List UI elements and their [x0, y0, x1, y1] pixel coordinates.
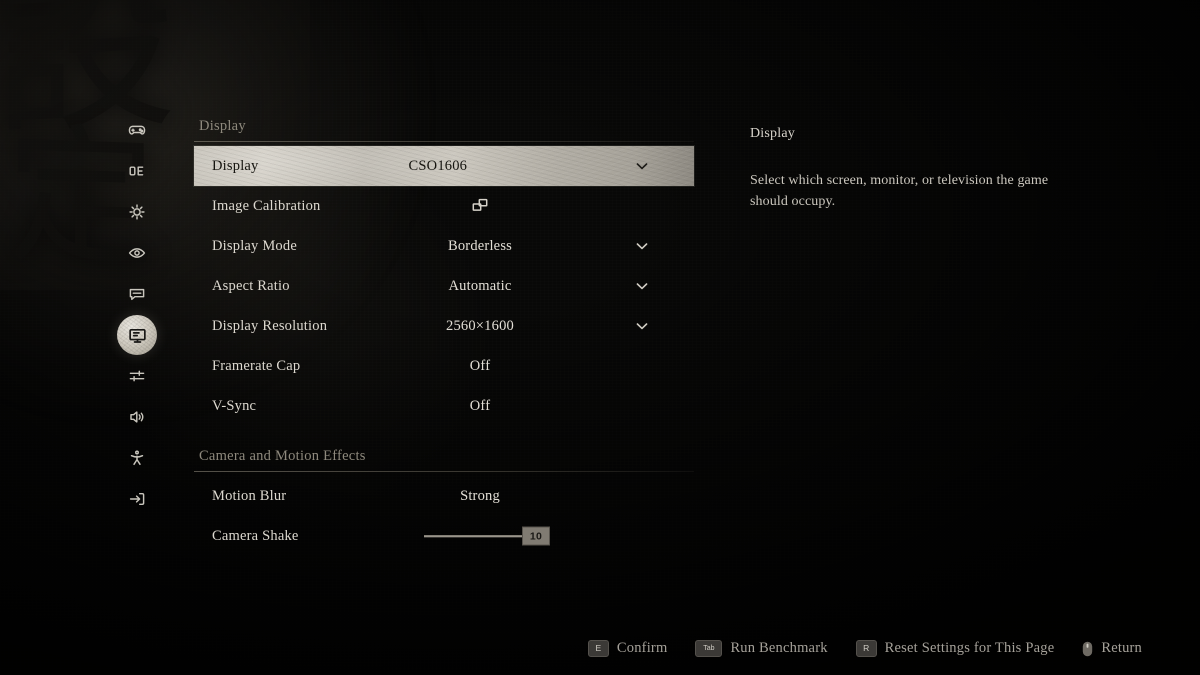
chevron-down-icon[interactable] — [634, 278, 650, 294]
setting-value: CSO1606 — [408, 157, 468, 174]
settings-list: Display Display CSO1606 Image Calibratio… — [194, 118, 694, 556]
prompt-reset-settings[interactable]: R Reset Settings for This Page — [855, 640, 1055, 657]
description-panel: Display Select which screen, monitor, or… — [750, 126, 1050, 213]
setting-row-display[interactable]: Display CSO1606 — [194, 146, 694, 186]
setting-row-display-resolution[interactable]: Display Resolution 2560×1600 — [194, 306, 694, 346]
section-title: Camera and Motion Effects — [199, 448, 366, 464]
slider-fill — [424, 535, 536, 537]
key-badge-r: R — [855, 640, 877, 657]
setting-label: Framerate Cap — [212, 357, 301, 374]
speaker-icon — [127, 407, 147, 427]
exit-arrow-icon — [127, 489, 147, 509]
gear-icon — [127, 202, 147, 222]
keyboard-keys-icon — [127, 161, 147, 181]
key-badge-e: E — [587, 640, 609, 657]
setting-row-image-calibration[interactable]: Image Calibration — [194, 186, 694, 226]
setting-label: Display Mode — [212, 237, 297, 254]
section-divider — [194, 141, 694, 142]
setting-row-framerate-cap[interactable]: Framerate Cap Off — [194, 346, 694, 386]
eye-icon — [127, 243, 147, 263]
setting-label: Display — [212, 157, 259, 174]
accessibility-icon — [127, 448, 147, 468]
setting-row-v-sync[interactable]: V-Sync Off — [194, 386, 694, 426]
setting-label: Display Resolution — [212, 317, 328, 334]
settings-category-rail — [113, 110, 161, 519]
sliders-icon — [127, 366, 147, 386]
slider-value-knob[interactable]: 10 — [522, 526, 550, 546]
description-title: Display — [750, 126, 795, 141]
section-title: Display — [199, 118, 246, 134]
section-header-display: Display — [194, 118, 694, 142]
sidebar-item-adjustments[interactable] — [117, 356, 157, 396]
sidebar-item-visuals[interactable] — [117, 233, 157, 273]
setting-label: Aspect Ratio — [212, 277, 290, 294]
sidebar-item-graphics[interactable] — [117, 192, 157, 232]
monitor-icon — [127, 325, 148, 346]
key-badge-tab: Tab — [695, 640, 723, 657]
mouse-icon — [1082, 641, 1093, 657]
prompt-confirm[interactable]: E Confirm — [587, 640, 668, 657]
setting-label: Image Calibration — [212, 197, 321, 214]
prompt-run-benchmark[interactable]: Tab Run Benchmark — [695, 640, 827, 657]
chevron-down-icon[interactable] — [634, 318, 650, 334]
gamepad-icon — [127, 120, 147, 140]
section-divider — [194, 471, 694, 472]
chevron-down-icon[interactable] — [634, 238, 650, 254]
section-header-camera-and-motion-effects: Camera and Motion Effects — [194, 448, 694, 472]
slider-track — [424, 535, 536, 537]
chevron-down-icon[interactable] — [634, 158, 650, 174]
sidebar-item-language[interactable] — [117, 274, 157, 314]
sidebar-item-gameplay[interactable] — [117, 110, 157, 150]
setting-row-display-mode[interactable]: Display Mode Borderless — [194, 226, 694, 266]
sidebar-item-controls[interactable] — [117, 151, 157, 191]
prompt-return[interactable]: Return — [1082, 640, 1142, 657]
setting-label: Motion Blur — [212, 487, 287, 504]
description-body: Select which screen, monitor, or televis… — [750, 173, 1049, 210]
speech-bubble-icon — [127, 284, 147, 304]
prompt-label: Return — [1101, 640, 1142, 656]
prompt-label: Reset Settings for This Page — [884, 640, 1055, 656]
setting-row-motion-blur[interactable]: Motion Blur Strong — [194, 476, 694, 516]
setting-value: Off — [469, 397, 491, 414]
setting-row-camera-shake[interactable]: Camera Shake 10 — [194, 516, 694, 556]
prompt-label: Run Benchmark — [730, 640, 828, 656]
sidebar-item-display[interactable] — [117, 315, 157, 355]
sidebar-item-exit[interactable] — [117, 479, 157, 519]
setting-label: V-Sync — [212, 397, 257, 414]
sidebar-item-accessibility[interactable] — [117, 438, 157, 478]
setting-label: Camera Shake — [212, 527, 299, 544]
setting-row-aspect-ratio[interactable]: Aspect Ratio Automatic — [194, 266, 694, 306]
footer-key-prompts: E Confirm Tab Run Benchmark R Reset Sett… — [0, 640, 1200, 657]
sidebar-item-audio[interactable] — [117, 397, 157, 437]
prompt-label: Confirm — [616, 640, 668, 656]
